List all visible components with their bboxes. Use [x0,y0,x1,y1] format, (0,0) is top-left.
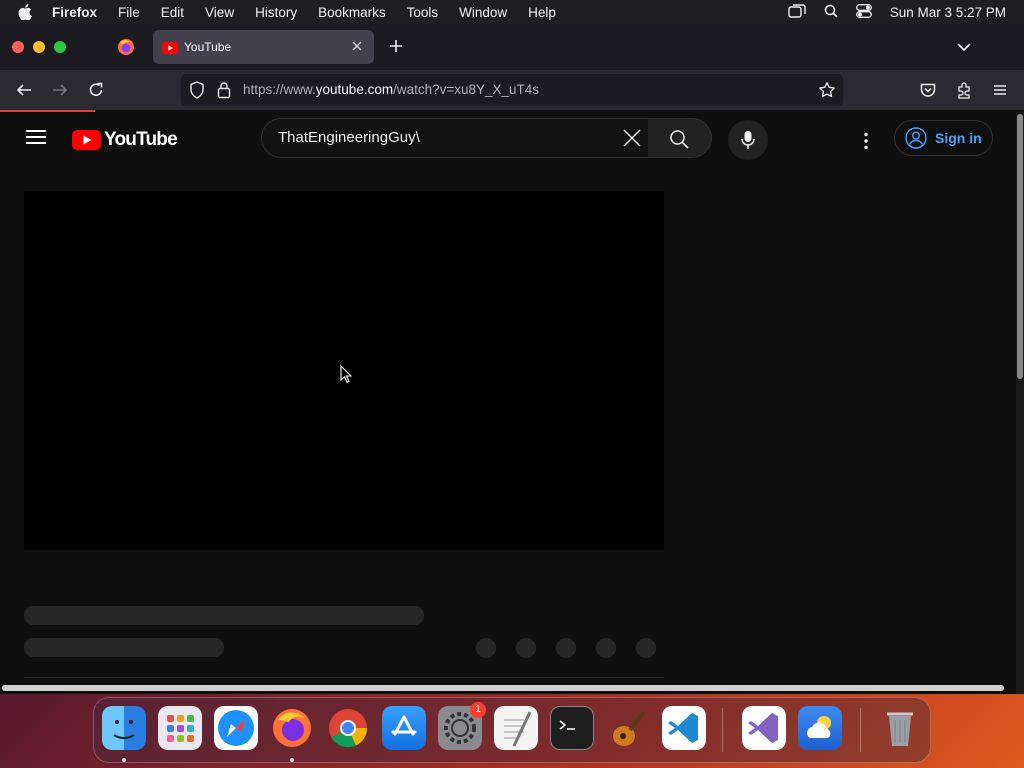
menu-tools[interactable]: Tools [407,5,439,20]
action-placeholder [556,638,576,658]
url-bar[interactable]: https://www.youtube.com/watch?v=xu8Y_X_u… [181,74,843,106]
app-store-icon[interactable] [382,706,426,750]
tracking-shield-icon[interactable] [189,81,205,104]
list-all-tabs-icon[interactable] [956,40,972,54]
title-placeholder [24,606,424,625]
new-tab-icon[interactable] [388,38,404,54]
control-center-icon[interactable] [855,3,872,21]
firefox-view-icon[interactable] [116,37,136,57]
vertical-scrollbar[interactable] [1016,112,1024,694]
action-placeholder [596,638,616,658]
vscode-icon[interactable] [662,706,706,750]
finder-running-indicator [122,758,126,762]
launchpad-icon[interactable] [158,706,202,750]
menu-history[interactable]: History [255,5,297,20]
sign-in-button[interactable]: Sign in [894,120,993,156]
tab-title: YouTube [184,40,232,54]
horizontal-scrollbar[interactable] [0,682,1016,694]
horizontal-scroll-thumb[interactable] [2,685,1004,691]
pocket-icon[interactable] [919,81,937,99]
tab-bar: YouTube [0,24,1024,70]
terminal-icon[interactable] [550,706,594,750]
url-prefix: https://www. [243,82,316,97]
reload-icon[interactable] [87,81,105,99]
dock-separator [722,708,723,752]
spotlight-search-icon[interactable] [824,4,838,21]
firefox-running-indicator [290,758,294,762]
menu-help[interactable]: Help [528,5,556,20]
vertical-scroll-thumb[interactable] [1017,114,1023,379]
guide-menu-icon[interactable] [26,130,46,144]
youtube-header: YouTube ThatEngineeringGuy\ Sign in [0,112,1016,168]
channel-placeholder [24,638,224,657]
menubar-clock[interactable]: Sun Mar 3 5:27 PM [890,5,1006,20]
sign-in-label: Sign in [935,130,982,146]
back-arrow-icon[interactable] [15,81,33,99]
chrome-icon[interactable] [326,706,370,750]
bookmark-star-icon[interactable] [818,81,836,104]
menu-file[interactable]: File [118,5,140,20]
youtube-logo[interactable]: YouTube [72,129,178,151]
url-path: /watch?v=xu8Y_X_uT4s [393,82,540,97]
dock-separator [860,708,861,752]
mouse-cursor-icon [340,364,353,388]
menu-edit[interactable]: Edit [161,5,184,20]
apple-menu-icon[interactable] [18,4,38,20]
safari-icon[interactable] [214,706,258,750]
action-placeholder [636,638,656,658]
trash-icon[interactable] [878,706,922,750]
app-menu-icon[interactable] [991,81,1009,99]
action-placeholder [516,638,536,658]
youtube-play-logo-icon [72,130,101,150]
youtube-favicon-icon [162,41,178,54]
weather-icon[interactable] [798,706,842,750]
close-window-button[interactable] [12,41,24,53]
menu-view[interactable]: View [205,5,234,20]
video-player[interactable] [24,191,664,550]
account-avatar-icon [905,127,927,149]
close-tab-icon[interactable] [350,39,364,53]
clear-search-icon[interactable] [622,128,642,148]
lock-icon[interactable] [217,81,231,104]
microphone-icon [741,131,755,149]
youtube-wordmark: YouTube [104,129,178,150]
voice-search-button[interactable] [728,120,768,160]
menu-app-name[interactable]: Firefox [52,5,97,20]
garageband-icon[interactable] [606,706,650,750]
menu-bookmarks[interactable]: Bookmarks [318,5,386,20]
screen-mirroring-icon[interactable] [787,3,806,21]
menu-window[interactable]: Window [459,5,507,20]
content-divider [24,677,664,678]
finder-icon[interactable] [102,706,146,750]
settings-more-icon[interactable] [856,131,876,151]
url-host: youtube.com [315,82,394,97]
url-text[interactable]: https://www.youtube.com/watch?v=xu8Y_X_u… [243,82,539,97]
extensions-icon[interactable] [955,81,973,99]
forward-arrow-icon[interactable] [51,81,69,99]
navigation-toolbar: https://www.youtube.com/watch?v=xu8Y_X_u… [0,70,1024,110]
zoom-window-button[interactable] [54,41,66,53]
action-placeholder [476,638,496,658]
search-button[interactable] [648,118,712,158]
search-query-text[interactable]: ThatEngineeringGuy\ [278,129,420,146]
menu-bar: Firefox File Edit View History Bookmarks… [0,0,1024,24]
search-input[interactable]: ThatEngineeringGuy\ [261,118,649,158]
dock: 1 [93,697,931,763]
firefox-window: YouTube https://www.youtube.com/watch?v=… [0,24,1024,694]
search-icon [670,130,689,149]
textedit-icon[interactable] [494,706,538,750]
tab-youtube[interactable]: YouTube [153,30,374,64]
visual-studio-icon[interactable] [742,706,786,750]
settings-notification-badge: 1 [470,702,486,718]
youtube-page: YouTube ThatEngineeringGuy\ Sign in [0,112,1016,694]
minimize-window-button[interactable] [33,41,45,53]
firefox-icon[interactable] [270,706,314,750]
